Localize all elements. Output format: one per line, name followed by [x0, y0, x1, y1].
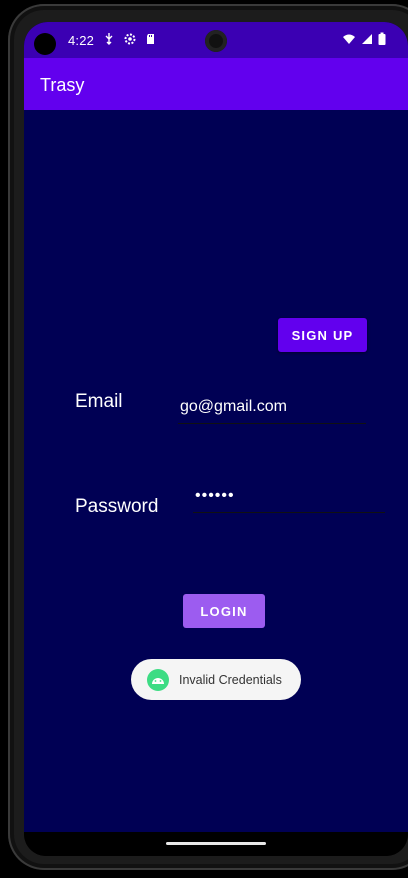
email-field[interactable] [178, 391, 366, 424]
status-time: 4:22 [68, 33, 95, 48]
login-form: SIGN UP Email Password LOGIN [24, 110, 408, 832]
cell-signal-icon [360, 32, 374, 46]
toast-message: Invalid Credentials [179, 672, 282, 687]
status-bar: 4:22 [24, 22, 408, 58]
app-title: Trasy [40, 75, 85, 95]
gesture-handle[interactable] [166, 842, 266, 845]
sd-card-icon [144, 32, 158, 46]
password-field[interactable] [193, 480, 385, 513]
email-label: Email [75, 391, 123, 412]
navigation-bar [24, 832, 408, 856]
login-button[interactable]: LOGIN [183, 594, 265, 628]
app-bar: Trasy [24, 58, 408, 110]
status-notification-icons [102, 32, 158, 46]
signup-button[interactable]: SIGN UP [278, 318, 367, 352]
front-camera [205, 30, 227, 52]
phone-screen: 4:22 Trasy SIGN UP Email go@gmail.com Pa… [24, 22, 408, 856]
android-icon [147, 668, 169, 691]
battery-icon [378, 32, 386, 46]
toast: Invalid Credentials [131, 659, 301, 700]
wifi-icon [342, 32, 356, 46]
status-system-icons [342, 32, 386, 46]
usb-debug-icon [102, 32, 116, 46]
password-label: Password [75, 496, 159, 517]
settings-gear-icon [123, 32, 137, 46]
camera-cutout [34, 33, 56, 55]
